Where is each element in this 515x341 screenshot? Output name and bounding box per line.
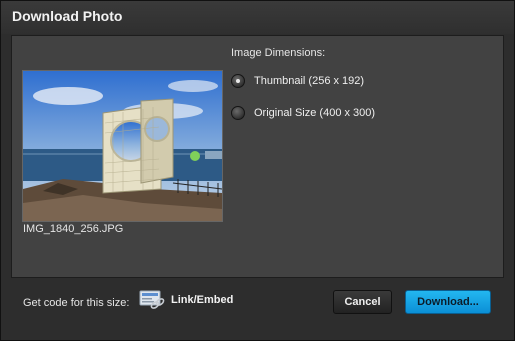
option-thumbnail-label: Thumbnail (256 x 192) [254,75,365,87]
radio-button-icon[interactable] [231,106,245,120]
photo-preview [22,70,223,222]
link-embed-icon [139,290,165,309]
photo-filename: IMG_1840_256.JPG [23,223,124,235]
link-embed-button[interactable]: Link/Embed [139,290,233,310]
radio-button-icon[interactable] [231,74,245,88]
option-original-size-label: Original Size (400 x 300) [254,107,376,119]
option-thumbnail[interactable]: Thumbnail (256 x 192) [231,74,364,88]
content-panel: IMG_1840_256.JPG Image Dimensions: Thumb… [11,35,504,278]
option-original-size[interactable]: Original Size (400 x 300) [231,106,375,120]
title-bar: Download Photo [1,1,514,34]
link-embed-label: Link/Embed [171,294,234,306]
dialog-title: Download Photo [12,8,123,24]
photo-image [23,71,222,221]
image-dimensions-heading: Image Dimensions: [231,47,326,59]
download-button[interactable]: Download... [405,290,491,314]
cancel-button[interactable]: Cancel [333,290,392,314]
download-photo-dialog: Download Photo IMG_1840_256.JPG Image Di… [0,0,515,341]
get-code-label: Get code for this size: [23,297,130,309]
